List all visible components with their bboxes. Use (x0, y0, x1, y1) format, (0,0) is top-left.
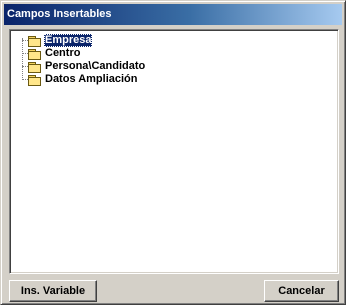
cancel-button[interactable]: Cancelar (264, 280, 339, 302)
title-bar[interactable]: Campos Insertables (4, 4, 342, 25)
tree-item-label: Persona\Candidato (45, 60, 146, 72)
tree-item-label: Empresa (44, 34, 93, 47)
dialog-window: Campos Insertables Empresa Centro Person… (0, 0, 346, 305)
tree-item-label: Datos Ampliación (45, 73, 138, 85)
tree-item-persona-candidato[interactable]: Persona\Candidato (22, 60, 146, 73)
folder-icon (28, 35, 41, 47)
window-title: Campos Insertables (7, 8, 112, 20)
tree-item-centro[interactable]: Centro (22, 47, 81, 60)
folder-icon (28, 74, 41, 86)
folder-icon (28, 48, 41, 60)
tree-item-datos-ampliacion[interactable]: Datos Ampliación (22, 73, 139, 86)
tree-item-label: Centro (45, 47, 81, 59)
tree-item-empresa[interactable]: Empresa (22, 34, 93, 47)
ins-variable-button[interactable]: Ins. Variable (9, 280, 97, 302)
folder-icon (28, 61, 41, 73)
field-tree[interactable]: Empresa Centro Persona\Candidato Datos A… (9, 29, 339, 274)
